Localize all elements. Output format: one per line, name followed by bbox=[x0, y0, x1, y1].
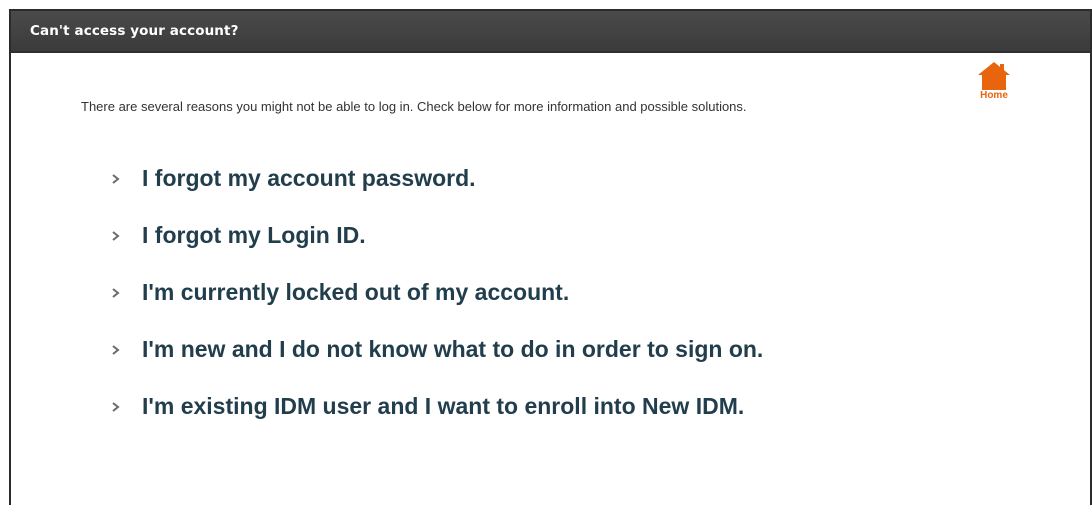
option-forgot-password[interactable]: I forgot my account password. bbox=[111, 150, 763, 207]
help-options-list: I forgot my account password. I forgot m… bbox=[111, 150, 763, 435]
account-help-panel: Can't access your account? Home There ar… bbox=[9, 9, 1092, 505]
option-label[interactable]: I forgot my Login ID. bbox=[142, 222, 366, 249]
option-label[interactable]: I'm currently locked out of my account. bbox=[142, 279, 569, 306]
option-label[interactable]: I'm existing IDM user and I want to enro… bbox=[142, 393, 744, 420]
home-link[interactable]: Home bbox=[974, 61, 1014, 101]
house-icon bbox=[978, 62, 1010, 90]
chevron-right-icon bbox=[112, 173, 120, 184]
home-label: Home bbox=[980, 90, 1008, 101]
chevron-right-icon bbox=[112, 401, 120, 412]
panel-title: Can't access your account? bbox=[30, 23, 239, 39]
panel-header: Can't access your account? bbox=[11, 11, 1090, 53]
option-forgot-login-id[interactable]: I forgot my Login ID. bbox=[111, 207, 763, 264]
option-enroll-new-idm[interactable]: I'm existing IDM user and I want to enro… bbox=[111, 378, 763, 435]
option-label[interactable]: I'm new and I do not know what to do in … bbox=[142, 336, 763, 363]
intro-text: There are several reasons you might not … bbox=[81, 99, 747, 114]
option-new-user[interactable]: I'm new and I do not know what to do in … bbox=[111, 321, 763, 378]
chevron-right-icon bbox=[112, 344, 120, 355]
chevron-right-icon bbox=[112, 287, 120, 298]
option-locked-out[interactable]: I'm currently locked out of my account. bbox=[111, 264, 763, 321]
chevron-right-icon bbox=[112, 230, 120, 241]
option-label[interactable]: I forgot my account password. bbox=[142, 165, 476, 192]
